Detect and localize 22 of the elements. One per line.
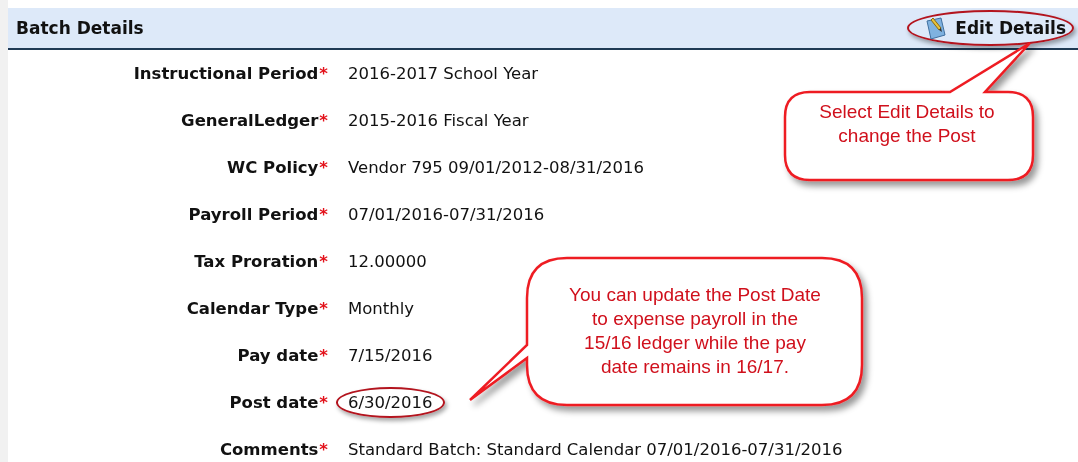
- field-value: 2016-2017 School Year: [347, 63, 540, 85]
- field-value: 7/15/2016: [347, 345, 434, 367]
- field-value: Standard Batch: Standard Calendar 07/01/2016-07/31/2016: [347, 439, 844, 461]
- field-value: 2015-2016 Fiscal Year: [347, 110, 530, 132]
- field-label: GeneralLedger*: [180, 110, 328, 132]
- field-label: WC Policy*: [226, 157, 328, 179]
- field-value: Monthly: [347, 298, 416, 320]
- field-label: Pay date*: [236, 345, 328, 367]
- field-value: 07/01/2016-07/31/2016: [347, 204, 546, 226]
- field-label: Calendar Type*: [185, 298, 328, 320]
- field-label: Payroll Period*: [187, 204, 328, 226]
- edit-details-button[interactable]: Edit Details: [907, 10, 1074, 46]
- panel-title: Batch Details: [16, 18, 144, 38]
- field-label: Tax Proration*: [193, 251, 328, 273]
- field-value: 12.00000: [347, 251, 428, 273]
- field-value: Vendor 795 09/01/2012-08/31/2016: [347, 157, 646, 179]
- field-label: Post date*: [228, 392, 328, 414]
- callout-text: You can update the Post Date to expense payroll in the 15/16 ledger while the pay date remains in 16/17.: [568, 283, 822, 379]
- field-label: Instructional Period*: [132, 63, 328, 85]
- field-value: 6/30/2016: [336, 387, 445, 418]
- field-label: Comments*: [218, 439, 328, 461]
- callout-text: Select Edit Details to change the Post: [818, 100, 996, 148]
